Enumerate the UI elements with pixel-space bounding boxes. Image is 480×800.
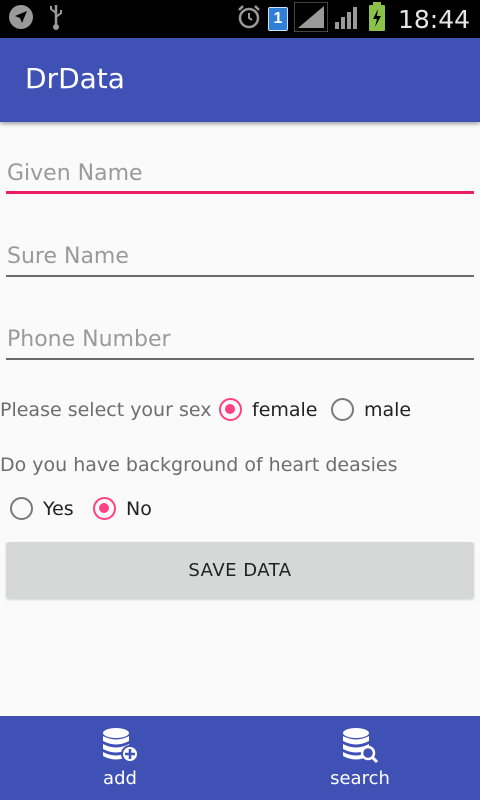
sure-name-underline <box>6 275 474 277</box>
given-name-underline <box>6 191 474 194</box>
status-clock: 18:44 <box>397 4 470 34</box>
status-bar: 1 18:44 <box>0 0 480 38</box>
sex-prompt-label: Please select your sex <box>0 399 212 421</box>
sex-male-radio[interactable]: male <box>331 398 411 421</box>
sure-name-field-container <box>6 237 474 277</box>
sex-female-radio[interactable]: female <box>219 398 318 421</box>
nav-search-label[interactable]: search <box>330 768 390 789</box>
radio-unchecked-icon[interactable] <box>331 398 354 421</box>
app-bar: DrData <box>0 38 480 122</box>
signal-icon <box>293 1 329 37</box>
phone-number-input[interactable] <box>6 320 474 358</box>
sex-female-label[interactable]: female <box>252 399 318 421</box>
battery-charging-icon <box>368 1 386 37</box>
radio-unchecked-icon[interactable] <box>10 497 33 520</box>
phone-number-underline <box>6 358 474 360</box>
alarm-icon <box>236 4 262 35</box>
bottom-navigation: add search <box>0 716 480 800</box>
status-bar-left <box>8 3 64 36</box>
usb-icon <box>48 3 64 36</box>
nav-item-add[interactable]: add <box>0 716 240 800</box>
database-add-icon[interactable] <box>100 726 140 766</box>
location-arrow-icon <box>8 4 34 35</box>
save-data-button[interactable]: SAVE DATA <box>6 542 474 599</box>
heart-no-radio[interactable]: No <box>93 497 152 520</box>
radio-checked-icon[interactable] <box>93 497 116 520</box>
radio-checked-icon[interactable] <box>219 398 242 421</box>
heart-yes-label[interactable]: Yes <box>43 498 74 520</box>
heart-no-label[interactable]: No <box>126 498 152 520</box>
sex-male-label[interactable]: male <box>364 399 411 421</box>
app-title: DrData <box>25 62 125 95</box>
given-name-field-container <box>6 154 474 194</box>
heart-yes-radio[interactable]: Yes <box>10 497 74 520</box>
status-bar-right: 1 18:44 <box>236 1 470 37</box>
database-search-icon[interactable] <box>340 726 380 766</box>
sure-name-input[interactable] <box>6 237 474 275</box>
nav-item-search[interactable]: search <box>240 716 480 800</box>
phone-number-field-container <box>6 320 474 360</box>
sim-icon: 1 <box>267 7 288 31</box>
signal-icon <box>334 4 362 35</box>
heart-prompt-label: Do you have background of heart deasies <box>0 454 398 476</box>
nav-add-label[interactable]: add <box>103 768 137 789</box>
given-name-input[interactable] <box>6 154 474 192</box>
